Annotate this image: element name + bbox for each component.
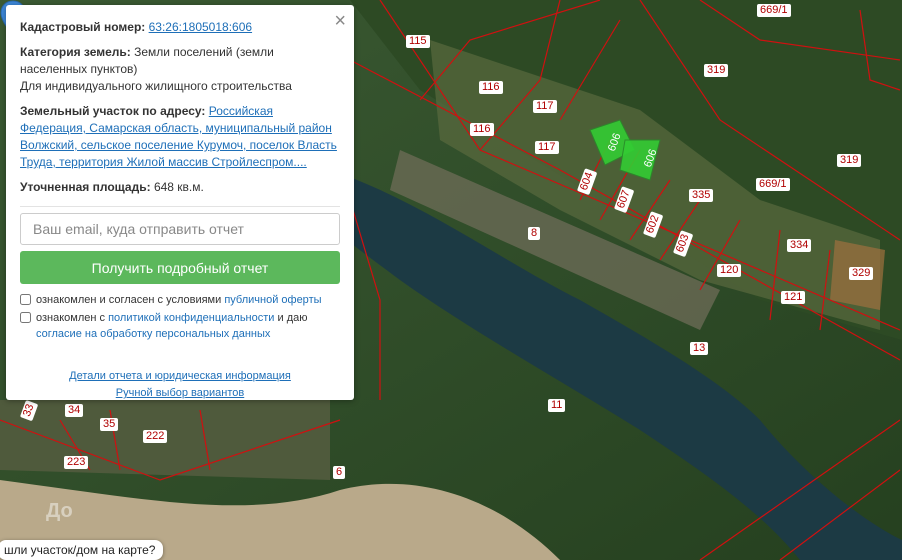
privacy-policy-link[interactable]: политикой конфиденциальности — [108, 312, 274, 324]
plot-label: 35 — [100, 418, 119, 431]
found-plot-tooltip[interactable]: шли участок/дом на карте? — [0, 540, 164, 560]
consent-privacy-tail: и даю — [277, 312, 308, 324]
plot-label: 13 — [690, 342, 709, 355]
get-report-button[interactable]: Получить подробный отчет — [20, 251, 340, 284]
address-label: Земельный участок по адресу: — [20, 104, 206, 118]
plot-label: 115 — [406, 35, 430, 48]
plot-label: 34 — [65, 404, 84, 417]
plot-label: 121 — [781, 291, 806, 304]
plot-label: 319 — [704, 64, 729, 77]
plot-label: 669/1 — [757, 4, 791, 17]
plot-label: 117 — [535, 141, 559, 154]
plot-label: 669/1 — [756, 178, 790, 191]
area-value: 648 кв.м. — [153, 180, 204, 194]
manual-selection-link[interactable]: Ручной выбор вариантов — [116, 387, 244, 399]
email-input[interactable] — [20, 213, 340, 245]
address-row: Земельный участок по адресу: Российская … — [20, 103, 340, 171]
area-label: Уточненная площадь: — [20, 180, 151, 194]
consent-privacy: ознакомлен с политикой конфиденциальност… — [20, 310, 340, 342]
plot-label: 120 — [717, 264, 742, 277]
cadastral-label: Кадастровый номер: — [20, 20, 146, 34]
plot-label: 223 — [64, 456, 89, 469]
divider — [20, 206, 340, 207]
plot-label: 117 — [533, 100, 557, 113]
close-icon[interactable]: × — [334, 11, 346, 31]
category-row: Категория земель: Земли поселений (земли… — [20, 44, 340, 95]
consent-privacy-checkbox[interactable] — [20, 312, 31, 323]
plot-label: 222 — [143, 430, 168, 443]
category-extra: Для индивидуального жилищного строительс… — [20, 79, 292, 93]
category-label: Категория земель: — [20, 45, 131, 59]
plot-label: 8 — [528, 227, 541, 240]
plot-label: 6 — [333, 466, 346, 479]
watermark-logo: До — [46, 500, 73, 522]
cadastral-number-link[interactable]: 63:26:1805018:606 — [149, 20, 252, 34]
consent-privacy-text: ознакомлен с — [36, 312, 106, 324]
consent-offer: ознакомлен и согласен с условиями публич… — [20, 292, 340, 308]
plot-label: 329 — [849, 267, 874, 280]
personal-data-link[interactable]: согласие на обработку персональных данны… — [36, 328, 270, 340]
plot-label: 116 — [470, 123, 494, 136]
area-row: Уточненная площадь: 648 кв.м. — [20, 179, 340, 196]
consent-offer-checkbox[interactable] — [20, 294, 31, 305]
plot-label: 335 — [689, 189, 714, 202]
popup-footer-links: Детали отчета и юридическая информация Р… — [20, 368, 340, 402]
cadastral-row: Кадастровый номер: 63:26:1805018:606 — [20, 19, 340, 36]
plot-label: 319 — [837, 154, 862, 167]
plot-label: 116 — [479, 81, 503, 94]
public-offer-link[interactable]: публичной оферты — [224, 294, 321, 306]
report-details-link[interactable]: Детали отчета и юридическая информация — [69, 370, 291, 382]
plot-label: 334 — [787, 239, 812, 252]
consent-offer-text: ознакомлен и согласен с условиями — [36, 294, 222, 306]
plot-info-popup: × Кадастровый номер: 63:26:1805018:606 К… — [6, 5, 354, 400]
plot-label: 11 — [548, 399, 566, 412]
